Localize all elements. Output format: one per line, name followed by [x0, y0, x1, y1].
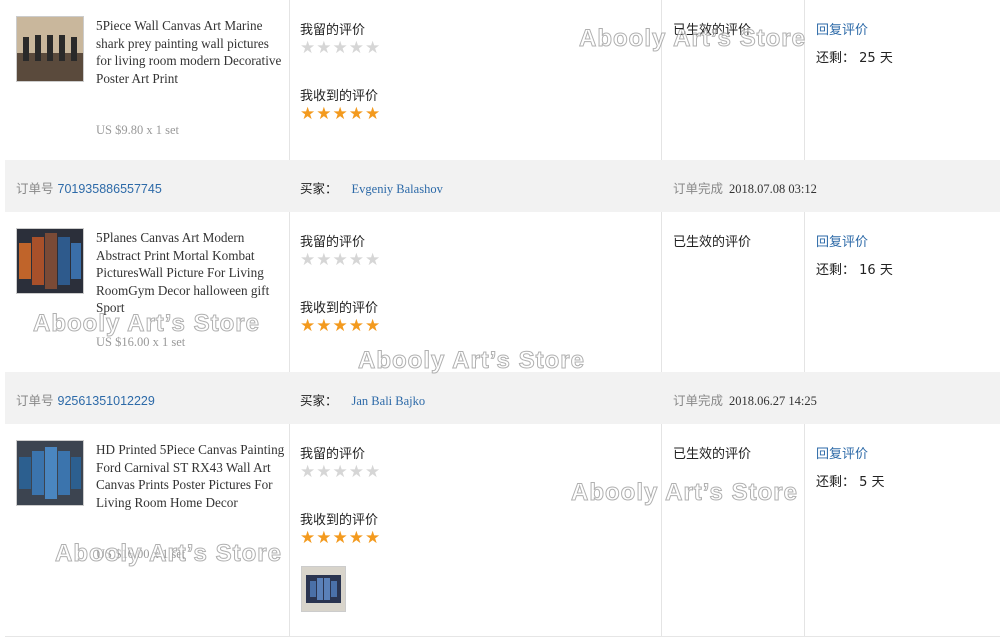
remaining-label: 还剩：	[816, 263, 856, 278]
order-info-row: 订单号 701935886557745 买家： Evgeniy Balashov …	[5, 160, 1000, 213]
column-divider	[804, 0, 805, 160]
column-divider	[661, 424, 662, 636]
completed-time: 2018.06.27 14:25	[729, 394, 817, 408]
remaining-days: 还剩： 16 天	[816, 259, 893, 278]
reply-review-link[interactable]: 回复评价	[816, 231, 868, 250]
remaining-value: 5 天	[859, 475, 885, 490]
order-number-label: 订单号	[16, 181, 54, 196]
buyer-name-link[interactable]: Jan Bali Bajko	[352, 394, 426, 408]
received-rating-stars: ★★★★★	[300, 104, 382, 124]
buyer-info: 买家： Jan Bali Bajko	[300, 390, 425, 409]
reply-review-link[interactable]: 回复评价	[816, 443, 868, 462]
product-price: US $16.00 x 1 set	[96, 335, 186, 349]
product-price: US $16.00 x 1 set	[96, 547, 186, 561]
remaining-label: 还剩：	[816, 51, 856, 66]
order-info-row: 订单号 92561351012229 买家： Jan Bali Bajko 订单完…	[5, 372, 1000, 425]
received-review-label: 我收到的评价	[300, 301, 379, 316]
order-completed: 订单完成 2018.06.27 14:25	[673, 390, 817, 409]
reviews-list: 5Piece Wall Canvas Art Marine shark prey…	[5, 0, 1000, 643]
received-review-label: 我收到的评价	[300, 89, 379, 104]
product-title[interactable]: 5Planes Canvas Art Modern Abstract Print…	[96, 229, 286, 317]
remaining-label: 还剩：	[816, 475, 856, 490]
remaining-days: 还剩： 5 天	[816, 471, 885, 490]
review-item-row: 5Piece Wall Canvas Art Marine shark prey…	[5, 0, 1000, 161]
order-number: 订单号 701935886557745	[16, 178, 162, 197]
review-photo[interactable]	[301, 566, 346, 612]
product-price: US $9.80 x 1 set	[96, 123, 179, 137]
column-divider	[289, 212, 290, 372]
review-item-row: HD Printed 5Piece Canvas Painting Ford C…	[5, 424, 1000, 637]
order-number-link[interactable]: 701935886557745	[58, 182, 162, 196]
received-rating-stars: ★★★★★	[300, 528, 382, 548]
column-divider	[289, 0, 290, 160]
buyer-label: 买家：	[300, 393, 338, 408]
effective-review-label: 已生效的评价	[673, 235, 752, 250]
remaining-value: 25 天	[859, 51, 893, 66]
buyer-label: 买家：	[300, 181, 338, 196]
product-thumbnail[interactable]	[16, 16, 84, 82]
column-divider	[804, 212, 805, 372]
my-review-label: 我留的评价	[300, 23, 366, 38]
reply-review-link[interactable]: 回复评价	[816, 19, 868, 38]
received-rating-stars: ★★★★★	[300, 316, 382, 336]
order-number-link[interactable]: 92561351012229	[58, 394, 155, 408]
effective-review-label: 已生效的评价	[673, 23, 752, 38]
column-divider	[661, 0, 662, 160]
effective-review-label: 已生效的评价	[673, 447, 752, 462]
my-rating-stars: ★★★★★	[300, 462, 382, 482]
order-number: 订单号 92561351012229	[16, 390, 155, 409]
my-review-label: 我留的评价	[300, 235, 366, 250]
received-review-label: 我收到的评价	[300, 513, 379, 528]
buyer-name-link[interactable]: Evgeniy Balashov	[352, 182, 443, 196]
order-completed: 订单完成 2018.07.08 03:12	[673, 178, 817, 197]
completed-label: 订单完成	[673, 181, 724, 196]
product-thumbnail[interactable]	[16, 440, 84, 506]
column-divider	[289, 424, 290, 636]
buyer-info: 买家： Evgeniy Balashov	[300, 178, 443, 197]
remaining-days: 还剩： 25 天	[816, 47, 893, 66]
my-rating-stars: ★★★★★	[300, 38, 382, 58]
column-divider	[661, 212, 662, 372]
my-rating-stars: ★★★★★	[300, 250, 382, 270]
product-title[interactable]: 5Piece Wall Canvas Art Marine shark prey…	[96, 17, 286, 87]
completed-label: 订单完成	[673, 393, 724, 408]
review-item-row: 5Planes Canvas Art Modern Abstract Print…	[5, 212, 1000, 373]
product-title[interactable]: HD Printed 5Piece Canvas Painting Ford C…	[96, 441, 286, 511]
product-thumbnail[interactable]	[16, 228, 84, 294]
completed-time: 2018.07.08 03:12	[729, 182, 817, 196]
order-number-label: 订单号	[16, 393, 54, 408]
column-divider	[804, 424, 805, 636]
my-review-label: 我留的评价	[300, 447, 366, 462]
remaining-value: 16 天	[859, 263, 893, 278]
